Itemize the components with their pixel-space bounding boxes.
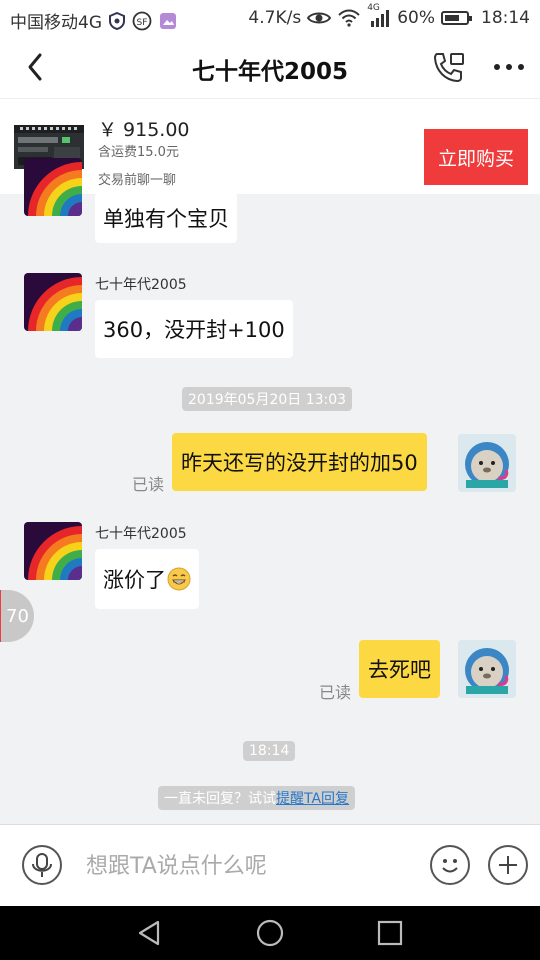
read-status: 已读	[319, 683, 352, 702]
emoji-icon[interactable]	[430, 845, 470, 885]
chat-header: 七十年代2005	[0, 36, 540, 98]
carrier-label: 中国移动4G	[10, 13, 102, 33]
my-avatar[interactable]	[458, 640, 516, 698]
message-text: 昨天还写的没开封的加50	[181, 451, 418, 475]
status-left: 中国移动4G SF	[10, 8, 177, 33]
message-bubble[interactable]: 360，没开封+100	[95, 300, 293, 358]
battery-icon	[441, 11, 472, 25]
seller-avatar[interactable]	[24, 273, 82, 331]
svg-text:SF: SF	[137, 18, 148, 28]
signal-icon: 4G	[367, 3, 391, 27]
battery-percent: 60%	[397, 8, 435, 28]
seller-avatar[interactable]	[24, 522, 82, 580]
nav-recents-icon[interactable]	[376, 919, 404, 947]
my-avatar[interactable]	[458, 434, 516, 492]
timestamp: 2019年05月20日 13:03	[182, 387, 353, 411]
nav-home-icon[interactable]	[255, 918, 285, 948]
my-message-bubble[interactable]: 去死吧	[359, 640, 440, 698]
message-text: 360，没开封+100	[103, 318, 285, 342]
status-right: 4.7K/s 4G 60% 18:14	[248, 3, 530, 28]
my-message-bubble[interactable]: 昨天还写的没开封的加50	[172, 433, 427, 491]
sender-name: 七十年代2005	[95, 277, 187, 293]
shipping-fee: 含运费15.0元	[98, 145, 179, 160]
read-status: 已读	[132, 475, 165, 494]
sender-name: 七十年代2005	[95, 526, 187, 542]
reminder-hint-text: 一直未回复？试试	[164, 791, 276, 807]
consult-hint: 交易前聊一聊	[98, 173, 177, 188]
phone-icon[interactable]	[431, 50, 467, 84]
product-price: ￥ 915.00	[98, 119, 190, 141]
shield-icon	[109, 11, 125, 30]
grin-emoji-icon	[167, 567, 191, 591]
timestamp: 18:14	[243, 741, 296, 761]
message-text: 单独有个宝贝	[103, 207, 229, 231]
reminder-hint: 一直未回复？试试提醒TA回复	[158, 786, 356, 810]
sf-app-icon: SF	[132, 11, 152, 30]
network-speed: 4.7K/s	[248, 8, 302, 28]
seller-avatar[interactable]	[24, 158, 82, 216]
message-input[interactable]	[86, 849, 406, 883]
buy-now-button[interactable]: 立即购买	[424, 129, 528, 185]
microphone-icon[interactable]	[22, 845, 62, 885]
status-bar: 中国移动4G SF 4.7K/s 4G 60% 18:14	[0, 0, 540, 36]
eye-icon	[307, 12, 332, 24]
floating-unread-badge[interactable]: 70	[0, 590, 34, 642]
nav-back-icon[interactable]	[136, 919, 164, 947]
message-bubble[interactable]: 涨价了	[95, 549, 199, 609]
gallery-app-icon	[160, 12, 176, 29]
message-bubble[interactable]: 单独有个宝贝	[95, 193, 237, 243]
remind-reply-link[interactable]: 提醒TA回复	[276, 791, 349, 807]
input-bar	[0, 824, 540, 907]
message-text: 涨价了	[103, 568, 166, 592]
wifi-icon	[338, 9, 360, 27]
system-nav-bar	[0, 906, 540, 960]
plus-icon[interactable]	[488, 845, 528, 885]
message-text: 去死吧	[368, 658, 431, 682]
more-options-icon[interactable]	[492, 58, 526, 76]
clock: 18:14	[481, 8, 530, 28]
